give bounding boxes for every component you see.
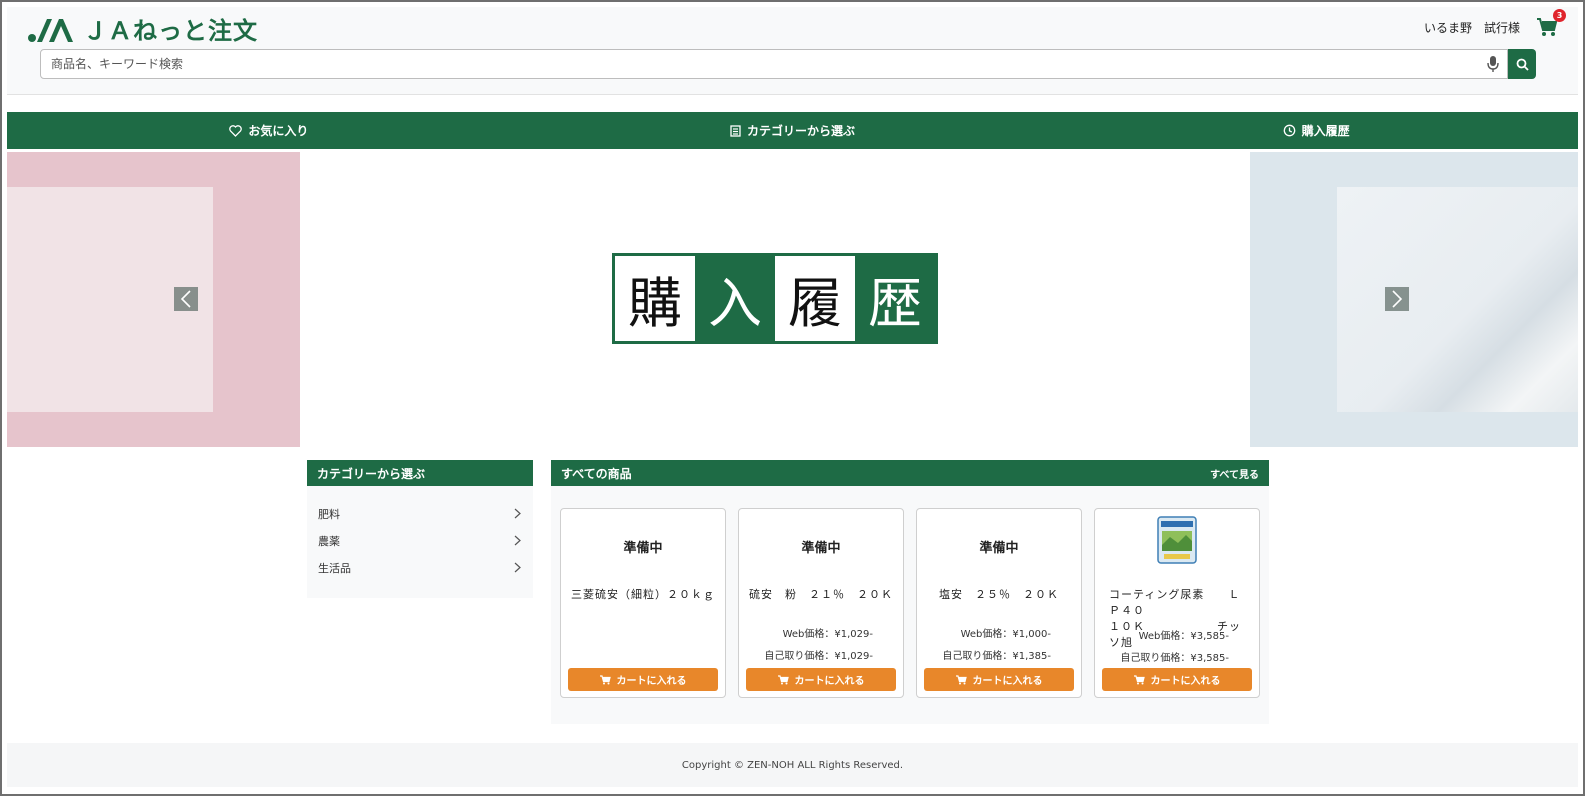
banner-char: 履: [775, 256, 855, 341]
carousel-next-slide: [1250, 152, 1578, 447]
user-region: いるま野: [1423, 20, 1472, 35]
chevron-right-icon: [514, 535, 521, 546]
product-name[interactable]: 三菱硫安（細粒）２０ｋｇ: [561, 587, 725, 603]
web-price: Web価格：¥1,029-: [782, 629, 873, 640]
nav-categories[interactable]: カテゴリーから選ぶ: [531, 112, 1055, 149]
list-icon: [730, 124, 741, 137]
cart-icon: [777, 674, 789, 684]
chevron-right-icon: [1392, 290, 1403, 308]
add-to-cart-label: カートに入れる: [972, 676, 1043, 687]
add-to-cart-button[interactable]: カートに入れる: [924, 668, 1074, 691]
product-cards: 準備中 三菱硫安（細粒）２０ｋｇ カートに入れる 準備中 硫安 粉 ２１％ ２０…: [560, 508, 1260, 698]
see-all-link[interactable]: すべて見る: [1210, 466, 1259, 481]
product-name-line: コーティング尿素 ＬＰ４０: [1109, 588, 1241, 617]
product-card[interactable]: 準備中 硫安 粉 ２１％ ２０Ｋ Web価格：¥1,029- 自己取り価格：¥1…: [738, 508, 904, 698]
copyright-text: Copyright © ZEN-NOH ALL Rights Reserved.: [681, 759, 904, 771]
product-card[interactable]: 準備中 塩安 ２５％ ２０Ｋ Web価格：¥1,000- 自己取り価格：¥1,3…: [916, 508, 1082, 698]
pickup-price: 自己取り価格：¥1,029-: [764, 651, 873, 662]
category-item-label: 農薬: [318, 534, 340, 548]
category-item-fertilizer[interactable]: 肥料: [307, 500, 533, 527]
banner-char: 入: [695, 256, 775, 341]
ja-logo-icon: [28, 19, 73, 42]
pickup-price: 自己取り価格：¥1,385-: [942, 651, 1051, 662]
main-nav: お気に入り カテゴリーから選ぶ 購入履歴: [7, 112, 1578, 149]
chevron-left-icon: [180, 290, 191, 308]
heart-icon: [229, 124, 243, 137]
cart-button[interactable]: 3: [1536, 9, 1566, 37]
product-status: 準備中: [801, 541, 841, 556]
category-panel: カテゴリーから選ぶ 肥料 農薬 生活品: [307, 460, 533, 598]
carousel-prev-button[interactable]: [174, 287, 198, 311]
banner-char: 歴: [855, 256, 935, 341]
logo-text: ＪＡねっと注文: [83, 16, 258, 45]
nav-categories-label: カテゴリーから選ぶ: [747, 124, 856, 138]
product-panel-title: すべての商品: [561, 466, 632, 481]
add-to-cart-button[interactable]: カートに入れる: [746, 668, 896, 691]
add-to-cart-label: カートに入れる: [1150, 676, 1221, 687]
user-area: いるま野 試行様 3: [1412, 9, 1566, 37]
nav-history[interactable]: 購入履歴: [1054, 112, 1578, 149]
add-to-cart-button[interactable]: カートに入れる: [568, 668, 718, 691]
nav-history-label: 購入履歴: [1301, 124, 1350, 138]
product-name[interactable]: 塩安 ２５％ ２０Ｋ: [917, 587, 1081, 603]
web-price: Web価格：¥3,585-: [1138, 631, 1229, 642]
add-to-cart-label: カートに入れる: [616, 676, 687, 687]
category-panel-title: カテゴリーから選ぶ: [307, 460, 533, 486]
search-button[interactable]: [1508, 49, 1536, 79]
product-name[interactable]: 硫安 粉 ２１％ ２０Ｋ: [739, 587, 903, 603]
microphone-icon[interactable]: [1486, 55, 1500, 73]
cart-icon: [1133, 674, 1145, 684]
carousel-prev-slide: [7, 152, 300, 447]
nav-favorites[interactable]: お気に入り: [7, 112, 531, 149]
banner-purchase-history[interactable]: 購 入 履 歴: [612, 253, 938, 344]
add-to-cart-button[interactable]: カートに入れる: [1102, 668, 1252, 691]
product-status: 準備中: [623, 541, 663, 556]
user-name[interactable]: 試行様: [1484, 19, 1520, 36]
category-list: 肥料 農薬 生活品: [307, 486, 533, 581]
search-icon: [1516, 58, 1529, 71]
add-to-cart-label: カートに入れる: [794, 676, 865, 687]
cart-count-badge: 3: [1553, 9, 1566, 22]
web-price: Web価格：¥1,000-: [960, 629, 1051, 640]
product-image[interactable]: [1156, 515, 1198, 565]
banner-char: 購: [615, 256, 695, 341]
cart-icon: [599, 674, 611, 684]
product-panel: すべての商品 すべて見る 準備中 三菱硫安（細粒）２０ｋｇ カートに入れる 準備…: [551, 460, 1269, 724]
footer: Copyright © ZEN-NOH ALL Rights Reserved.: [7, 743, 1578, 787]
pickup-price: 自己取り価格：¥3,585-: [1120, 653, 1229, 664]
app-window: ＪＡねっと注文 いるま野 試行様 3 商品名、キーワード検索 お気に入り カテゴ…: [0, 0, 1585, 796]
product-panel-header: すべての商品 すべて見る: [551, 460, 1269, 486]
cart-icon: [955, 674, 967, 684]
category-item-label: 生活品: [318, 561, 351, 575]
product-card[interactable]: コーティング尿素 ＬＰ４０ １０Ｋ チッソ旭 Web価格：¥3,585- 自己取…: [1094, 508, 1260, 698]
product-status: 準備中: [979, 541, 1019, 556]
carousel-next-button[interactable]: [1385, 287, 1409, 311]
nav-favorites-label: お気に入り: [248, 124, 309, 138]
category-item-daily-goods[interactable]: 生活品: [307, 554, 533, 581]
header: ＪＡねっと注文 いるま野 試行様 3: [7, 7, 1578, 95]
search-input[interactable]: [40, 49, 1508, 79]
category-item-pesticide[interactable]: 農薬: [307, 527, 533, 554]
search-bar: [40, 49, 1536, 79]
clock-icon: [1283, 124, 1296, 137]
chevron-right-icon: [514, 562, 521, 573]
product-card[interactable]: 準備中 三菱硫安（細粒）２０ｋｇ カートに入れる: [560, 508, 726, 698]
logo[interactable]: ＪＡねっと注文: [27, 11, 258, 45]
banner-carousel: 購 入 履 歴: [7, 152, 1578, 447]
category-item-label: 肥料: [318, 507, 340, 521]
chevron-right-icon: [514, 508, 521, 519]
